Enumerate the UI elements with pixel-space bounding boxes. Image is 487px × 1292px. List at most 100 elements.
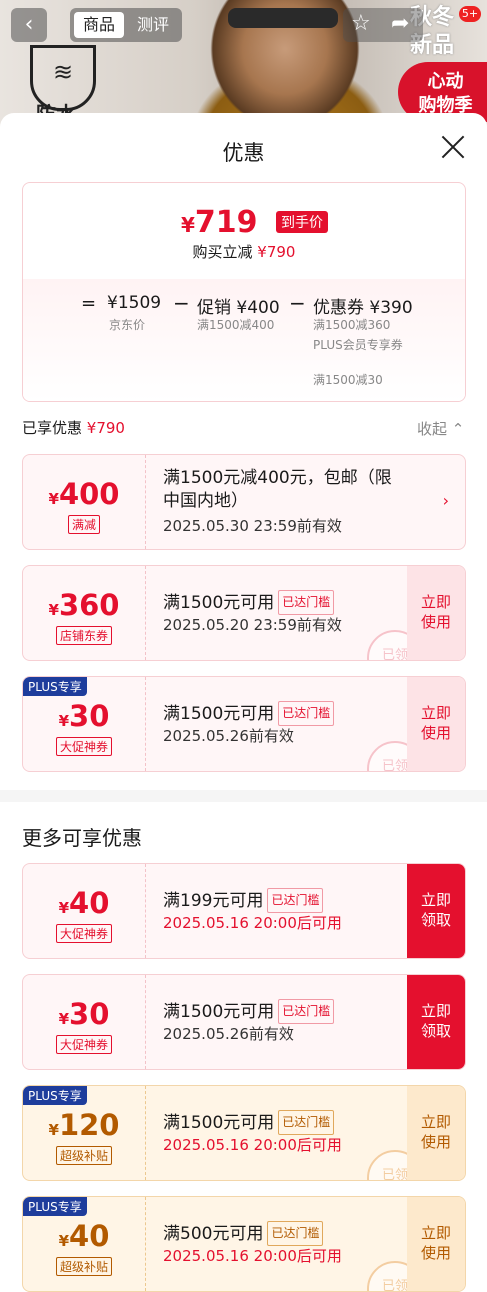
chevron-right-icon[interactable]: › [443, 491, 449, 510]
notification-badge: 5+ [459, 6, 481, 22]
close-icon[interactable] [440, 134, 466, 160]
reduce-amount: ¥790 [257, 243, 296, 261]
enjoyed-amount: ¥790 [86, 419, 125, 437]
button-line2: 领取 [420, 911, 451, 929]
coupon-desc: 满1500元减400元，包邮（限 中国内地） [163, 467, 392, 513]
model-sunglasses [228, 8, 338, 28]
button-line1: 立即 [420, 1224, 451, 1242]
share-icon[interactable]: ➦ [391, 11, 409, 36]
coupon-tag-label: 满减 [67, 515, 100, 534]
claim-now-button[interactable]: 立即 领取 [407, 975, 465, 1069]
use-now-button[interactable]: 立即 使用 [407, 677, 465, 771]
coupon-date: 2025.05.26前有效 [163, 1025, 294, 1043]
coupon-currency: ¥ [58, 1010, 70, 1028]
promo-amount: 促销 ¥400 [197, 298, 280, 318]
minus-sign-2: − [289, 291, 306, 315]
currency-symbol: ¥ [181, 213, 195, 237]
coupon-card-more-2: ¥30 大促神券 满1500元可用 已达门槛 2025.05.26前有效 立即 领取 [22, 974, 466, 1070]
final-price-tag: 到手价 [276, 211, 328, 233]
coupon-date: 2025.05.16 20:00后可用 [163, 914, 342, 932]
threshold-reached-badge: 已达门槛 [278, 701, 335, 726]
buy-reduce-line: 购买立减 ¥790 [23, 241, 465, 262]
reduce-label: 购买立减 [192, 243, 253, 261]
threshold-reached-badge: 已达门槛 [278, 1110, 335, 1135]
jd-price: ¥1509 [107, 293, 162, 313]
back-button[interactable]: ‹ [11, 8, 47, 42]
final-price: ¥719 [181, 205, 258, 240]
coupon-card-more-1: ¥40 大促神券 满199元可用 已达门槛 2025.05.16 20:00后可用… [22, 863, 466, 959]
coupon-value: 120 [58, 1108, 120, 1142]
price-summary-card: ¥719 到手价 购买立减 ¥790 = ¥1509 京东价 − 促销 ¥400… [22, 182, 466, 402]
coupon-amount: ¥120 [23, 1108, 145, 1142]
star-icon[interactable]: ☆ [351, 11, 371, 36]
button-line1: 立即 [420, 891, 451, 909]
coupon-tag: 大促神券 [23, 923, 145, 943]
coupon-currency: ¥ [48, 601, 59, 619]
coupon-threshold: 满1500元可用 [163, 704, 275, 724]
sheet-title: 优惠 [222, 141, 265, 165]
coupon-desc: 满1500元可用 已达门槛 [163, 1110, 335, 1135]
coupon-value: 30 [69, 997, 110, 1031]
coupon-tag: 大促神券 [23, 736, 145, 756]
coupon-desc-line1: 满1500元减400元，包邮（限 [163, 468, 392, 488]
coupon-currency: ¥ [58, 1232, 70, 1250]
coupon-amount: ¥360 [23, 588, 145, 622]
coupon-card-plus: PLUS专享 ¥30 大促神券 满1500元可用 已达门槛 2025.05.26前… [22, 676, 466, 772]
coupon-card-more-3: PLUS专享 ¥120 超级补贴 满1500元可用 已达门槛 2025.05.16… [22, 1085, 466, 1181]
section-divider [0, 790, 487, 802]
coupon-date: 2025.05.20 23:59前有效 [163, 616, 342, 634]
coupon-value: 360 [58, 588, 120, 622]
coupon-amount: ¥40 [23, 886, 145, 920]
coupon-threshold: 满1500元可用 [163, 593, 275, 613]
coupon-tag: 店铺东券 [23, 625, 145, 645]
coupon-threshold: 满1500元可用 [163, 1002, 275, 1022]
final-price-value: 719 [194, 205, 258, 240]
enjoyed-label: 已享优惠 [22, 419, 83, 437]
coupon-card-full-reduction[interactable]: ¥400 满减 满1500元减400元，包邮（限 中国内地） 2025.05.30… [22, 454, 466, 550]
claim-now-button[interactable]: 立即 领取 [407, 864, 465, 958]
plus-badge: PLUS专享 [23, 1086, 87, 1105]
coupon-value: 30 [69, 699, 110, 733]
coupon-amount: 优惠券 ¥390 [313, 298, 413, 318]
coupon-card-store: ¥360 店铺东券 满1500元可用 已达门槛 2025.05.20 23:59前… [22, 565, 466, 661]
coupon-currency: ¥ [58, 712, 70, 730]
coupon-value: 40 [69, 1219, 110, 1253]
threshold-reached-badge: 已达门槛 [278, 999, 335, 1024]
use-now-button[interactable]: 立即 使用 [407, 1086, 465, 1180]
tab-product[interactable]: 商品 [74, 12, 124, 38]
coupon-value: 40 [69, 886, 110, 920]
equals-sign: = [81, 293, 97, 314]
button-line1: 立即 [420, 704, 451, 722]
button-line2: 使用 [420, 724, 451, 742]
top-actions: ☆ ➦ [343, 8, 423, 42]
coupon-date: 2025.05.26前有效 [163, 727, 294, 745]
coupon-card-more-4: PLUS专享 ¥40 超级补贴 满500元可用 已达门槛 2025.05.16 2… [22, 1196, 466, 1292]
plus-badge: PLUS专享 [23, 1197, 87, 1216]
top-tabs: 商品 测评 [70, 8, 182, 42]
coupon-sub-2: PLUS会员专享券 [313, 338, 403, 352]
coupon-tag-label: 大促神券 [55, 924, 112, 943]
coupon-amount: ¥30 [23, 699, 145, 733]
collapse-button[interactable]: 收起 ⌃ [417, 418, 464, 439]
coupon-tag-label: 大促神券 [55, 1035, 112, 1054]
coupon-desc-line2: 中国内地） [163, 491, 248, 511]
button-line2: 使用 [420, 1133, 451, 1151]
button-line2: 使用 [420, 613, 451, 631]
use-now-button[interactable]: 立即 使用 [407, 1197, 465, 1291]
coupon-tag: 满减 [23, 514, 145, 534]
coupon-tag-label: 店铺东券 [55, 626, 112, 645]
button-line1: 立即 [420, 593, 451, 611]
coupon-currency: ¥ [48, 1121, 59, 1139]
collapse-label: 收起 [417, 420, 448, 438]
coupon-threshold: 满500元可用 [163, 1224, 264, 1244]
threshold-reached-badge: 已达门槛 [278, 590, 335, 615]
more-discounts-title: 更多可享优惠 [22, 826, 142, 850]
tab-review[interactable]: 测评 [128, 12, 178, 38]
use-now-button[interactable]: 立即 使用 [407, 566, 465, 660]
coupon-tag-label: 超级补贴 [55, 1146, 112, 1165]
enjoyed-discount-header: 已享优惠 ¥790 [22, 417, 125, 438]
coupon-tag-label: 超级补贴 [55, 1257, 112, 1276]
coupon-threshold: 满199元可用 [163, 891, 264, 911]
button-line2: 领取 [420, 1022, 451, 1040]
coupon-currency: ¥ [58, 899, 70, 917]
